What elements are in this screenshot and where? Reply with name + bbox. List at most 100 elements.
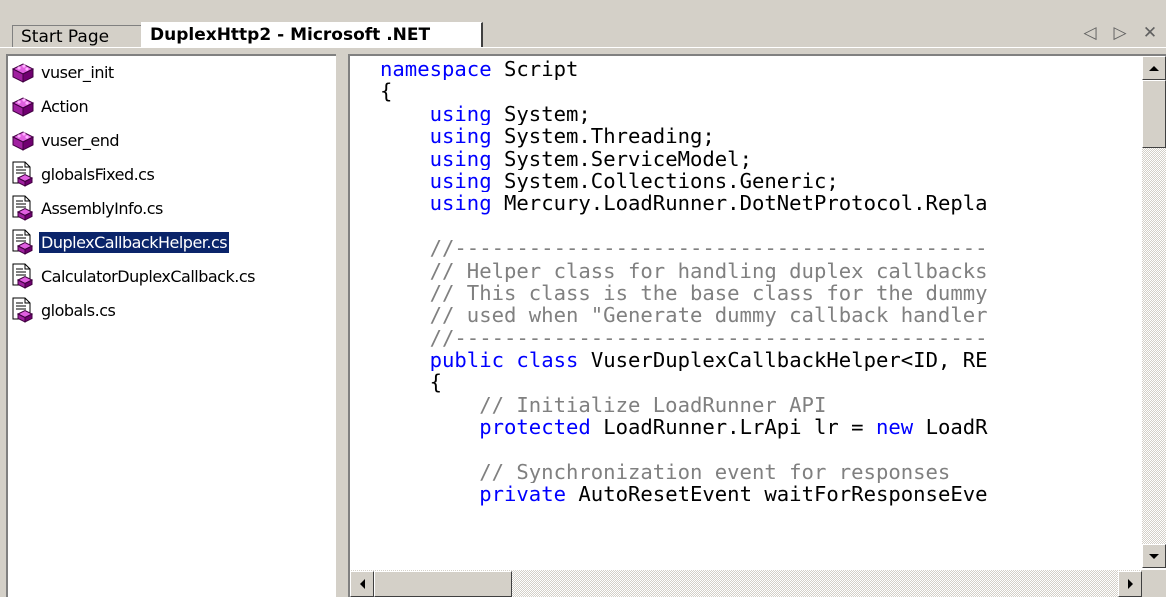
horizontal-scrollbar[interactable] [350,570,1142,597]
panel-splitter[interactable] [336,54,348,597]
code-text-span: Script [491,58,579,81]
tab-start-page[interactable]: Start Page [12,25,143,48]
code-line: using System.Threading; [380,125,1140,147]
file-label: AssemblyInfo.cs [41,198,163,218]
code-line: //--------------------------------------… [380,327,1140,349]
code-text-span: System.Threading; [491,125,715,148]
arrow-up-icon [1149,65,1159,71]
code-keyword: public [429,349,505,372]
scroll-up-button[interactable] [1142,56,1166,80]
code-line: using System.Collections.Generic; [380,170,1140,192]
file-item[interactable]: CalculatorDuplexCallback.cs [10,262,332,290]
file-item[interactable]: vuser_init [10,58,332,86]
code-text[interactable]: namespace Script{ using System; using Sy… [380,58,1140,568]
code-text-span: Mercury.LoadRunner.DotNetProtocol.Repla [491,192,988,215]
cs-file-icon [10,297,36,323]
code-text-span: System; [491,102,591,126]
file-label: vuser_end [41,130,120,150]
file-item[interactable]: AssemblyInfo.cs [10,194,332,222]
horizontal-scroll-thumb[interactable] [374,571,512,597]
scroll-down-button[interactable] [1142,544,1166,568]
file-item[interactable]: DuplexCallbackHelper.cs [10,228,332,256]
code-keyword: using [429,102,492,126]
code-line: { [380,80,1140,102]
code-text-span: VuserDuplexCallbackHelper<ID, RE [578,349,988,372]
code-line: //--------------------------------------… [380,237,1140,259]
file-label: globals.cs [41,300,116,320]
scrollbar-corner [1142,570,1166,597]
code-keyword: using [429,192,492,215]
code-text-span [380,125,430,147]
code-line: using System; [380,103,1140,125]
code-line: { [380,371,1140,393]
scroll-right-button[interactable] [1118,571,1142,597]
scroll-tabs-left-icon[interactable]: ◁ [1078,22,1102,44]
scroll-tabs-right-icon[interactable]: ▷ [1108,22,1132,44]
file-label: vuser_init [41,62,114,82]
script-file-list[interactable]: vuser_init Action vuser_end globalsFixed.cs… [6,54,336,597]
code-text-span [380,148,430,170]
code-text-span [380,349,430,371]
arrow-down-icon [1149,553,1159,559]
code-text-span: System.ServiceModel; [491,147,752,170]
file-label: Action [41,96,89,116]
scroll-left-button[interactable] [350,571,374,597]
cs-file-icon [10,161,36,187]
code-text-span: { [380,371,442,394]
file-item[interactable]: globalsFixed.cs [10,160,332,188]
action-cube-icon [10,127,36,153]
code-text-span: LoadR [913,416,988,439]
code-comment: //--------------------------------------… [380,237,988,260]
file-item[interactable]: Action [10,92,332,120]
code-line: // This class is the base class for the … [380,282,1140,304]
code-text-span: System.Collections.Generic; [491,169,839,193]
code-line: using System.ServiceModel; [380,148,1140,170]
vertical-scrollbar[interactable] [1142,56,1166,568]
code-text-span: { [380,80,393,103]
cs-file-icon [10,263,36,289]
arrow-right-icon [1127,579,1133,589]
code-line: protected LoadRunner.LrApi lr = new Load… [380,416,1140,438]
cs-file-icon [10,229,36,255]
action-cube-icon [10,59,36,85]
action-cube-icon [10,93,36,119]
code-keyword: protected [479,416,591,439]
code-line: // used when "Generate dummy callback ha… [380,304,1140,326]
file-item[interactable]: vuser_end [10,126,332,154]
code-line: // Initialize LoadRunner API [380,394,1140,416]
code-keyword: using [429,147,492,170]
file-label: CalculatorDuplexCallback.cs [41,266,255,286]
vertical-scroll-thumb[interactable] [1142,80,1166,148]
code-line: private AutoResetEvent waitForResponseEv… [380,483,1140,505]
code-text-span [380,103,430,125]
code-comment: // used when "Generate dummy callback ha… [380,304,988,327]
code-line: public class VuserDuplexCallbackHelper<I… [380,349,1140,371]
code-text-span [380,192,430,214]
file-label: DuplexCallbackHelper.cs [37,230,231,254]
tab-duplexhttp2[interactable]: DuplexHttp2 - Microsoft .NET [141,22,483,48]
code-text-span [380,170,430,192]
code-keyword: using [429,125,492,148]
code-line: // Helper class for handling duplex call… [380,260,1140,282]
document-tab-strip: Start Page DuplexHttp2 - Microsoft .NET … [0,0,1166,48]
code-text-span [380,483,479,505]
code-keyword: private [479,483,566,506]
code-text-span [504,349,516,371]
arrow-left-icon [359,579,365,589]
code-comment: // This class is the base class for the … [380,281,988,305]
code-text-span: LoadRunner.LrApi lr = [590,416,876,439]
code-line: namespace Script [380,58,1140,80]
close-tab-icon[interactable]: ✕ [1138,22,1162,44]
code-comment: // Helper class for handling duplex call… [380,259,988,282]
code-line: using Mercury.LoadRunner.DotNetProtocol.… [380,192,1140,214]
code-keyword: namespace [380,58,492,81]
code-keyword: new [875,416,914,439]
editor-margin [350,56,377,597]
code-editor[interactable]: namespace Script{ using System; using Sy… [348,54,1166,597]
code-line: // Synchronization event for responses [380,461,1140,483]
code-comment: //--------------------------------------… [380,326,988,350]
file-item[interactable]: globals.cs [10,296,332,324]
code-comment: // Initialize LoadRunner API [380,393,827,417]
